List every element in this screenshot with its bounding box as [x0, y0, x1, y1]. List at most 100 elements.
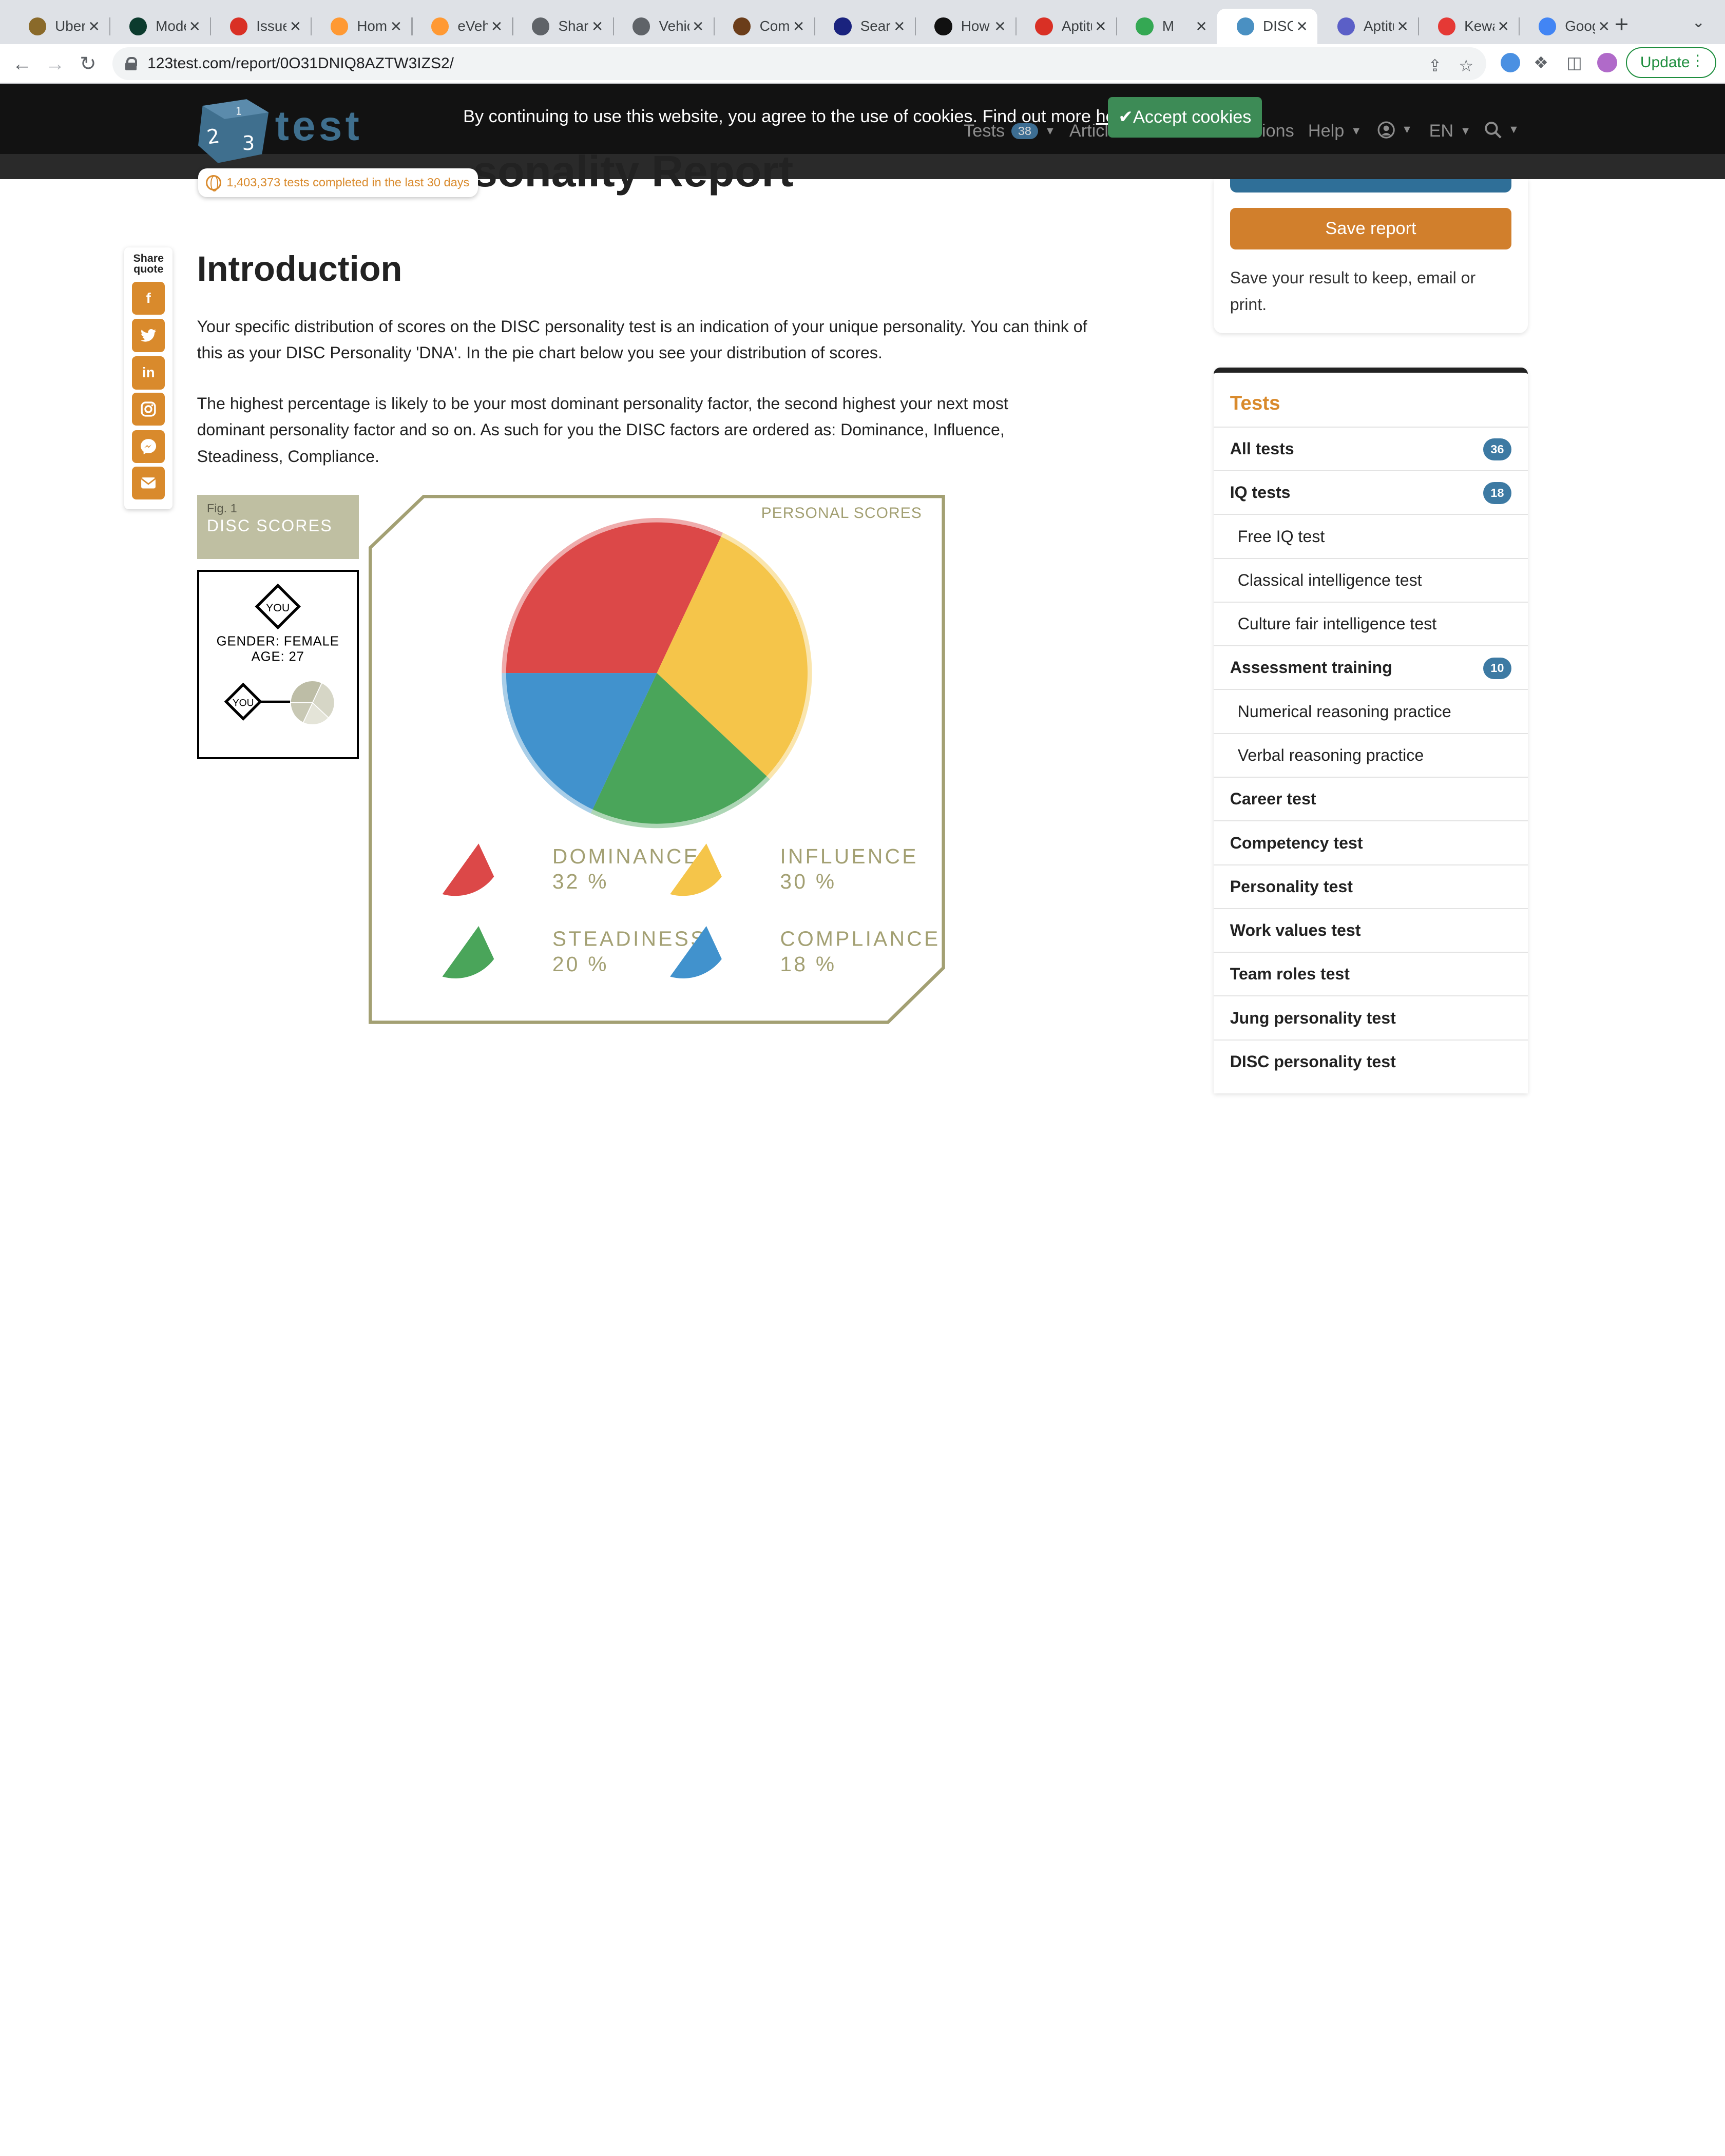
- tab-separator: [512, 17, 513, 35]
- tests-list-item[interactable]: Career test: [1213, 776, 1528, 821]
- tests-list-item[interactable]: Culture fair intelligence test: [1213, 601, 1528, 646]
- tests-list-item[interactable]: Free IQ test: [1213, 514, 1528, 558]
- cookie-banner-text: By continuing to use this website, you a…: [463, 107, 1136, 127]
- share-icon[interactable]: ⇪: [1428, 56, 1442, 75]
- tab-separator: [814, 17, 815, 35]
- tab-favicon-icon: [1035, 17, 1053, 35]
- messenger-share-button[interactable]: [132, 430, 165, 464]
- you-diamond-small-icon: YOU: [224, 682, 262, 721]
- tests-list-item[interactable]: Verbal reasoning practice: [1213, 733, 1528, 777]
- tab-favicon-icon: [834, 17, 852, 35]
- nav-questions-label: ions: [1261, 121, 1294, 141]
- tab-close-icon[interactable]: ✕: [1293, 18, 1311, 35]
- tab-search-chevron-icon[interactable]: ⌄: [1692, 13, 1705, 31]
- update-button[interactable]: Update ⋮: [1626, 47, 1716, 79]
- nav-help[interactable]: Help ▼: [1308, 121, 1362, 141]
- tab-close-icon[interactable]: ✕: [1092, 18, 1109, 35]
- tests-list-item[interactable]: All tests 36: [1213, 426, 1528, 471]
- tab-close-icon[interactable]: ✕: [1494, 18, 1512, 35]
- browser-tab-strip: Uberc✕Mode✕Issue✕Home✕eVehi✕Share✕Vehic✕…: [0, 0, 1725, 44]
- linkedin-share-button[interactable]: in: [132, 356, 165, 390]
- tab-close-icon[interactable]: ✕: [588, 18, 606, 35]
- reload-icon[interactable]: ↻: [75, 51, 101, 77]
- browser-tab[interactable]: Share✕: [512, 9, 612, 44]
- bookmark-star-icon[interactable]: ☆: [1459, 56, 1473, 75]
- browser-tab[interactable]: Aptitu✕: [1317, 9, 1418, 44]
- email-share-button[interactable]: [132, 466, 165, 499]
- tab-label: Issue: [256, 18, 286, 34]
- browser-tab[interactable]: M ✕: [1116, 9, 1217, 44]
- address-bar[interactable]: 123test.com/report/0O31DNIQ8AZTW3IZS2/ ⇪…: [112, 47, 1486, 81]
- tab-label: How t: [961, 18, 991, 34]
- browser-tab[interactable]: DISC✕: [1217, 9, 1318, 44]
- tests-list-item[interactable]: IQ tests 18: [1213, 470, 1528, 514]
- accept-cookies-button[interactable]: ✔ Accept cookies: [1107, 97, 1262, 138]
- browser-tab[interactable]: Searc✕: [814, 9, 915, 44]
- logo-cube-icon[interactable]: 2 3 1: [198, 97, 269, 163]
- side-panel-icon[interactable]: ◫: [1566, 53, 1582, 72]
- forward-icon[interactable]: →: [42, 51, 68, 77]
- tab-close-icon[interactable]: ✕: [790, 18, 808, 35]
- tests-list-item[interactable]: Jung personality test: [1213, 995, 1528, 1040]
- tests-list-item[interactable]: Competency test: [1213, 820, 1528, 864]
- tests-list-item[interactable]: Personality test: [1213, 864, 1528, 909]
- nav-language[interactable]: EN ▼: [1429, 121, 1471, 141]
- browser-tab[interactable]: How t✕: [915, 9, 1015, 44]
- instagram-share-button[interactable]: [132, 392, 165, 426]
- browser-tab[interactable]: Goog✕: [1519, 9, 1619, 44]
- tests-list-item[interactable]: DISC personality test: [1213, 1039, 1528, 1084]
- logo-text[interactable]: test: [275, 102, 362, 150]
- browser-tab[interactable]: Uberc✕: [9, 9, 109, 44]
- tab-close-icon[interactable]: ✕: [387, 18, 405, 35]
- browser-tab[interactable]: Vehic✕: [613, 9, 714, 44]
- browser-tab[interactable]: eVehi✕: [411, 9, 512, 44]
- profile-avatar[interactable]: [1597, 52, 1617, 73]
- browser-tab[interactable]: Mode✕: [109, 9, 210, 44]
- tests-list-item[interactable]: Team roles test: [1213, 952, 1528, 996]
- disc-pie-chart: PERSONAL SCORES DOMINANCE 32 % INFLUENCE 30…: [368, 495, 945, 1024]
- tab-favicon-icon: [632, 17, 650, 35]
- nav-account[interactable]: ▼: [1377, 121, 1412, 139]
- gender-line: GENDER: FEMALE: [216, 634, 339, 649]
- save-report-button[interactable]: Save report: [1230, 207, 1512, 250]
- chart-title: PERSONAL SCORES: [761, 505, 922, 522]
- nav-help-label: Help: [1308, 121, 1345, 141]
- tab-close-icon[interactable]: ✕: [991, 18, 1009, 35]
- tests-list-item[interactable]: Classical intelligence test: [1213, 557, 1528, 602]
- tests-list-item[interactable]: Assessment training 10: [1213, 645, 1528, 689]
- tests-list-item[interactable]: Work values test: [1213, 908, 1528, 952]
- tab-separator: [1519, 17, 1520, 35]
- tab-close-icon[interactable]: ✕: [488, 18, 505, 35]
- tab-close-icon[interactable]: ✕: [85, 18, 103, 35]
- caret-down-icon: ▼: [1351, 124, 1362, 137]
- tests-list-item[interactable]: Numerical reasoning practice: [1213, 689, 1528, 733]
- envelope-icon: [141, 477, 157, 489]
- tab-close-icon[interactable]: ✕: [1394, 18, 1411, 35]
- tab-close-icon[interactable]: ✕: [891, 18, 908, 35]
- download-report-button[interactable]: [1230, 179, 1512, 192]
- browser-tab[interactable]: Kewa✕: [1418, 9, 1519, 44]
- tab-close-icon[interactable]: ✕: [689, 18, 707, 35]
- tests-list-item-label: Competency test: [1230, 833, 1363, 852]
- tests-list-item-label: Jung personality test: [1230, 1008, 1396, 1027]
- browser-tab[interactable]: Issue✕: [210, 9, 311, 44]
- browser-tab[interactable]: Aptitu✕: [1015, 9, 1116, 44]
- nav-questions[interactable]: ions: [1262, 121, 1294, 141]
- facebook-share-button[interactable]: f: [132, 281, 165, 315]
- tab-separator: [311, 17, 312, 35]
- browser-tab[interactable]: Home✕: [311, 9, 411, 44]
- twitter-share-button[interactable]: [132, 319, 165, 352]
- messenger-icon: [141, 438, 157, 454]
- tab-close-icon[interactable]: ✕: [286, 18, 304, 35]
- browser-tab[interactable]: Comir✕: [714, 9, 814, 44]
- caret-down-icon: ▼: [1460, 124, 1471, 137]
- extension-icon[interactable]: [1500, 52, 1521, 73]
- tab-close-icon[interactable]: ✕: [1193, 18, 1210, 35]
- nav-search[interactable]: ▼: [1484, 121, 1519, 139]
- tests-list-item-label: Assessment training: [1230, 658, 1392, 677]
- puzzle-extensions-icon[interactable]: ❖: [1534, 53, 1548, 72]
- back-icon[interactable]: ←: [9, 51, 35, 77]
- new-tab-button[interactable]: +: [1611, 11, 1633, 37]
- tab-close-icon[interactable]: ✕: [186, 18, 203, 35]
- tests-list-item-label: Free IQ test: [1237, 527, 1325, 546]
